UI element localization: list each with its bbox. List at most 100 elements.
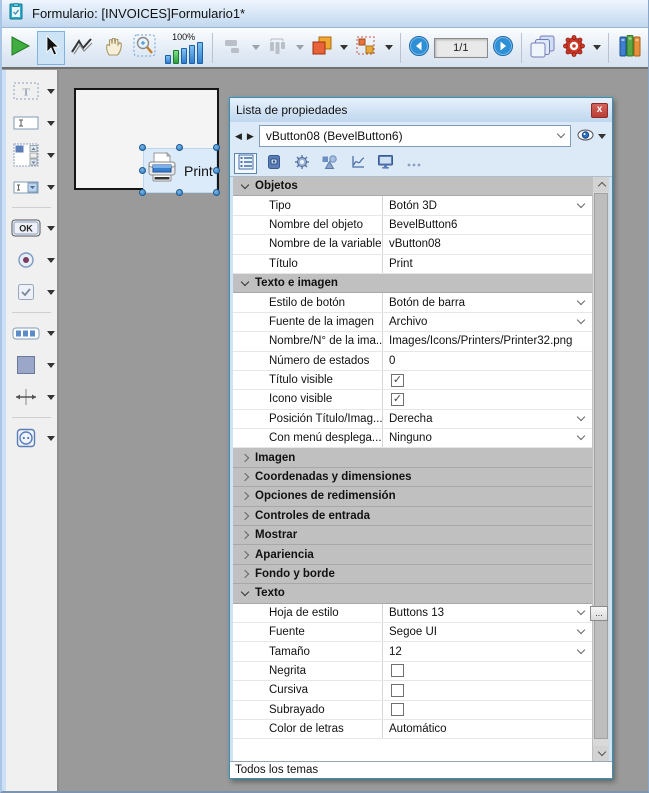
splitter-tool[interactable] xyxy=(6,385,57,409)
ellipsis-button[interactable]: ... xyxy=(590,606,608,621)
property-value[interactable]: Buttons 13 xyxy=(383,607,592,619)
tab-events[interactable] xyxy=(346,153,369,174)
close-icon[interactable]: x xyxy=(591,103,608,118)
property-value[interactable] xyxy=(383,703,592,716)
property-section-header[interactable]: Mostrar xyxy=(233,526,592,545)
chevron-right-icon[interactable] xyxy=(241,492,249,500)
chevron-right-icon[interactable] xyxy=(241,453,249,461)
zoom-bar-800[interactable] xyxy=(197,42,203,64)
chevron-down-icon[interactable] xyxy=(47,89,55,94)
property-row[interactable]: Nombre de la variablevButton08 xyxy=(233,235,592,254)
property-section-header[interactable]: Controles de entrada xyxy=(233,507,592,526)
property-row[interactable]: Cursiva xyxy=(233,681,592,700)
property-row[interactable]: Con menú desplega...Ninguno xyxy=(233,429,592,448)
chevron-down-icon[interactable] xyxy=(47,226,55,231)
tab-settings[interactable] xyxy=(290,153,313,174)
chevron-right-icon[interactable] xyxy=(241,550,249,558)
selection-handle[interactable] xyxy=(213,167,220,174)
property-row[interactable]: Fuente de la imagenArchivo xyxy=(233,313,592,332)
chevron-down-icon[interactable] xyxy=(47,395,55,400)
tab-more[interactable] xyxy=(402,153,425,174)
zoom-bar-400[interactable] xyxy=(189,45,195,64)
group-dropdown-icon[interactable] xyxy=(385,45,393,50)
chevron-right-icon[interactable] xyxy=(241,570,249,578)
explorer-button[interactable] xyxy=(616,31,644,65)
property-section-header[interactable]: Texto e imagen xyxy=(233,274,592,293)
chevron-down-icon[interactable] xyxy=(47,185,55,190)
window-titlebar[interactable]: Formulario: [INVOICES]Formulario1* xyxy=(2,0,648,28)
property-value[interactable] xyxy=(383,374,592,387)
property-row[interactable]: Título visible xyxy=(233,371,592,390)
selected-print-button[interactable]: Print xyxy=(143,148,217,193)
property-value[interactable]: Ninguno xyxy=(383,432,592,444)
distribute-button[interactable] xyxy=(264,31,291,65)
select-tool-button[interactable] xyxy=(37,31,64,65)
property-value[interactable]: Derecha xyxy=(383,413,592,425)
input-tool[interactable] xyxy=(6,111,57,135)
align-dropdown-icon[interactable] xyxy=(252,45,260,50)
property-row[interactable]: Color de letrasAutomático xyxy=(233,720,592,739)
listbox-tool[interactable] xyxy=(6,143,57,167)
chevron-down-icon[interactable] xyxy=(47,121,55,126)
zoom-bar-100[interactable] xyxy=(173,50,179,64)
property-row[interactable]: Subrayado xyxy=(233,701,592,720)
radio-tool[interactable] xyxy=(6,248,57,272)
property-value[interactable] xyxy=(383,393,592,406)
selection-handle[interactable] xyxy=(139,189,146,196)
scroll-down-icon[interactable] xyxy=(593,746,610,761)
property-value[interactable]: Archivo xyxy=(383,316,592,328)
pen-tool-button[interactable] xyxy=(69,31,96,65)
selection-handle[interactable] xyxy=(213,144,220,151)
zoom-level-control[interactable]: 100% xyxy=(165,32,203,64)
selection-handle[interactable] xyxy=(176,189,183,196)
checkbox[interactable] xyxy=(391,664,404,677)
layers-dropdown-icon[interactable] xyxy=(340,45,348,50)
property-value[interactable] xyxy=(383,684,592,697)
form-page[interactable]: Print xyxy=(74,88,219,190)
zoom-tool-button[interactable] xyxy=(131,31,158,65)
property-row[interactable]: Posición Título/Imag...Derecha xyxy=(233,410,592,429)
zoom-bars[interactable] xyxy=(165,42,203,64)
property-section-header[interactable]: Opciones de redimensión xyxy=(233,487,592,506)
checkbox-tool[interactable] xyxy=(6,280,57,304)
property-value[interactable]: BevelButton6 xyxy=(383,219,592,231)
chevron-down-icon[interactable] xyxy=(47,290,55,295)
chevron-down-icon[interactable] xyxy=(47,436,55,441)
checkbox[interactable] xyxy=(391,684,404,697)
next-page-button[interactable] xyxy=(492,37,514,59)
scrollbar[interactable] xyxy=(592,177,609,761)
property-row[interactable]: Hoja de estiloButtons 13... xyxy=(233,604,592,623)
segmented-tool[interactable] xyxy=(6,321,57,345)
distribute-dropdown-icon[interactable] xyxy=(296,45,304,50)
tab-shapes[interactable] xyxy=(318,153,341,174)
combobox-tool[interactable] xyxy=(6,175,57,199)
property-row[interactable]: Negrita xyxy=(233,662,592,681)
property-value[interactable] xyxy=(383,664,592,677)
property-row[interactable]: Icono visible xyxy=(233,390,592,409)
property-value[interactable]: 0 xyxy=(383,355,592,367)
scrollbar-thumb[interactable] xyxy=(594,193,608,739)
property-value[interactable]: Botón de barra xyxy=(383,297,592,309)
hand-tool-button[interactable] xyxy=(100,31,127,65)
layers-button[interactable] xyxy=(308,31,335,65)
rectangle-tool[interactable] xyxy=(6,353,57,377)
panel-titlebar[interactable]: Lista de propiedades x xyxy=(230,98,612,122)
property-value[interactable]: 12 xyxy=(383,646,592,658)
prev-object-icon[interactable]: ◀ xyxy=(235,131,243,142)
previous-page-button[interactable] xyxy=(408,37,430,59)
settings-button[interactable] xyxy=(561,31,588,65)
property-section-header[interactable]: Coordenadas y dimensiones xyxy=(233,468,592,487)
group-button[interactable] xyxy=(352,31,379,65)
align-button[interactable] xyxy=(219,31,246,65)
property-section-header[interactable]: Fondo y borde xyxy=(233,565,592,584)
chevron-down-icon[interactable] xyxy=(47,258,55,263)
chevron-down-icon[interactable] xyxy=(241,180,249,188)
chevron-down-icon[interactable] xyxy=(241,277,249,285)
property-value[interactable]: Automático xyxy=(383,723,592,735)
tab-picture[interactable] xyxy=(262,153,285,174)
selection-handle[interactable] xyxy=(139,167,146,174)
next-object-icon[interactable]: ▶ xyxy=(247,131,255,142)
zoom-bar-200[interactable] xyxy=(181,48,187,64)
button-tool[interactable]: OK xyxy=(6,216,57,240)
property-row[interactable]: Estilo de botónBotón de barra xyxy=(233,293,592,312)
